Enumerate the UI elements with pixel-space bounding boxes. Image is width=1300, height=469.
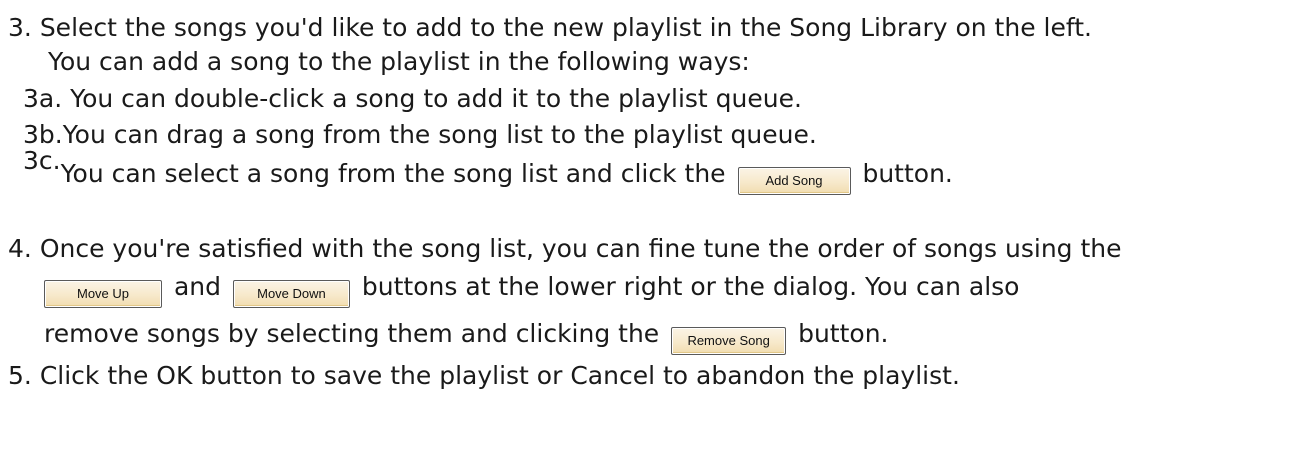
step-5-line: 5. Click the OK button to save the playl…	[8, 360, 960, 392]
step-4-text: Once you're satisfied with the song list…	[39, 234, 1122, 263]
step-3c-label: 3c.	[23, 146, 61, 175]
step-3b-text: You can drag a song from the song list t…	[62, 120, 817, 149]
step-3-text: Select the songs you'd like to add to th…	[39, 13, 1092, 42]
step-3b-line: 3b.You can drag a song from the song lis…	[23, 119, 817, 151]
remove-song-button[interactable]: Remove Song	[671, 327, 787, 355]
step-3b-label: 3b.	[23, 120, 63, 149]
step-3-intro: You can add a song to the playlist in th…	[48, 47, 750, 76]
step-3c-after: button.	[862, 159, 953, 188]
step-3c-line: 3c.You can select a song from the song l…	[23, 146, 953, 195]
step-4-buttons-line: Move Up and Move Down buttons at the low…	[44, 271, 1020, 308]
step-3c-text: You can select a song from the song list…	[60, 159, 726, 188]
step-4-and: and	[173, 272, 221, 301]
step-3a-label: 3a.	[23, 84, 63, 113]
step-4-number: 4.	[8, 234, 32, 263]
step-5-text: Click the OK button to save the playlist…	[39, 361, 960, 390]
step-4-after: buttons at the lower right or the dialog…	[361, 272, 1020, 301]
step-4-remove-after: button.	[798, 319, 889, 348]
step-4-line: 4. Once you're satisfied with the song l…	[8, 233, 1122, 265]
step-3-number: 3.	[8, 13, 32, 42]
step-5-number: 5.	[8, 361, 32, 390]
step-3a-text: You can double-click a song to add it to…	[70, 84, 802, 113]
step-3a-line: 3a. You can double-click a song to add i…	[23, 83, 802, 115]
move-down-button[interactable]: Move Down	[232, 280, 350, 308]
move-up-button[interactable]: Move Up	[44, 280, 162, 308]
add-song-button[interactable]: Add Song	[737, 167, 851, 195]
step-3-line: 3. Select the songs you'd like to add to…	[8, 12, 1092, 44]
step-4-remove-before: remove songs by selecting them and click…	[44, 319, 660, 348]
step-4-remove-line: remove songs by selecting them and click…	[44, 318, 889, 355]
